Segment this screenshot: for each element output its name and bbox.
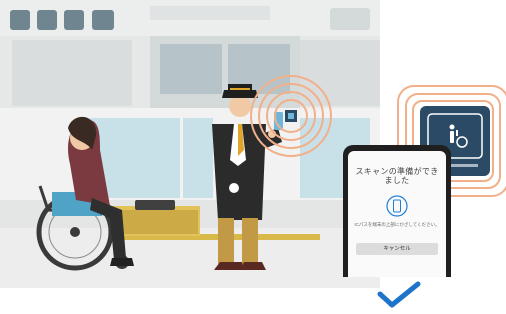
dialog-title: スキャンの準備ができました <box>355 167 439 185</box>
cancel-button[interactable]: キャンセル <box>356 243 438 255</box>
phone: スキャンの準備ができました ICパスを端末の上部にかざしてください。 キャンセル <box>343 145 451 277</box>
illustration: スキャンの準備ができました ICパスを端末の上部にかざしてください。 キャンセル <box>0 0 506 314</box>
nfc-phone-icon <box>386 195 408 217</box>
train-interior-top <box>0 0 380 36</box>
nfc-scan-dialog: スキャンの準備ができました ICパスを端末の上部にかざしてください。 キャンセル <box>348 151 446 277</box>
check-icon <box>377 281 421 308</box>
dialog-message: ICパスを端末の上部にかざしてください。 <box>354 222 440 227</box>
